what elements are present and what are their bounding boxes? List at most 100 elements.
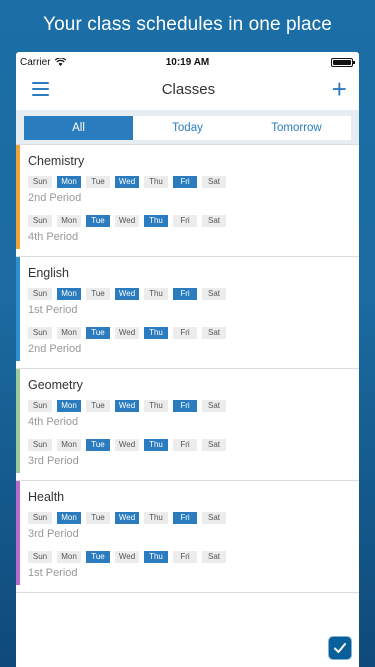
battery-icon	[331, 57, 355, 67]
day-chip-mon: Mon	[57, 439, 81, 451]
day-chip-tue: Tue	[86, 327, 110, 339]
day-chip-sat: Sat	[202, 439, 226, 451]
filter-bar: All Today Tomorrow	[16, 110, 359, 144]
day-chip-thu: Thu	[144, 439, 168, 451]
tab-today[interactable]: Today	[133, 116, 242, 140]
day-chip-thu: Thu	[144, 215, 168, 227]
tab-all[interactable]: All	[24, 116, 133, 140]
class-card[interactable]: English Sun Mon Tue Wed Thu Fri Sat 1st Period Su…	[16, 257, 359, 369]
day-chip-fri: Fri	[173, 327, 197, 339]
day-chip-wed: Wed	[115, 512, 139, 524]
class-color-stripe	[16, 481, 20, 585]
day-chip-sun: Sun	[28, 400, 52, 412]
day-chip-sun: Sun	[28, 176, 52, 188]
day-chip-tue: Tue	[86, 512, 110, 524]
period-label: 4th Period	[28, 416, 79, 428]
day-chip-mon: Mon	[57, 512, 81, 524]
day-chip-fri: Fri	[173, 288, 197, 300]
day-chip-wed: Wed	[115, 439, 139, 451]
day-chip-sun: Sun	[28, 551, 52, 563]
class-color-stripe	[16, 369, 20, 473]
day-chip-tue: Tue	[86, 551, 110, 563]
day-chip-thu: Thu	[144, 176, 168, 188]
status-bar: Carrier 10:19 AM	[16, 52, 359, 72]
class-color-stripe	[16, 257, 20, 361]
period-label: 2nd Period	[28, 343, 82, 355]
plus-icon: +	[331, 74, 347, 104]
day-chip-tue: Tue	[86, 288, 110, 300]
day-chip-sun: Sun	[28, 288, 52, 300]
class-name: Geometry	[28, 378, 83, 392]
day-chip-fri: Fri	[173, 215, 197, 227]
day-chip-tue: Tue	[86, 400, 110, 412]
day-chip-sun: Sun	[28, 215, 52, 227]
class-name: Health	[28, 490, 65, 504]
day-row: Sun Mon Tue Wed Thu Fri Sat	[28, 400, 359, 412]
period-label: 2nd Period	[28, 192, 82, 204]
class-card[interactable]: Chemistry Sun Mon Tue Wed Thu Fri Sat 2nd Period…	[16, 145, 359, 257]
day-chip-sun: Sun	[28, 327, 52, 339]
day-chip-wed: Wed	[115, 176, 139, 188]
day-row: Sun Mon Tue Wed Thu Fri Sat	[28, 439, 359, 451]
day-chip-wed: Wed	[115, 288, 139, 300]
day-chip-sat: Sat	[202, 327, 226, 339]
period-label: 1st Period	[28, 567, 78, 579]
nav-bar: Classes +	[16, 72, 359, 106]
day-chip-tue: Tue	[86, 176, 110, 188]
day-chip-wed: Wed	[115, 215, 139, 227]
tab-tomorrow[interactable]: Tomorrow	[242, 116, 351, 140]
day-chip-wed: Wed	[115, 400, 139, 412]
day-chip-wed: Wed	[115, 551, 139, 563]
day-chip-thu: Thu	[144, 551, 168, 563]
marketing-headline: Your class schedules in one place	[43, 14, 332, 35]
day-chip-wed: Wed	[115, 327, 139, 339]
add-class-button[interactable]: +	[328, 76, 351, 102]
period-label: 3rd Period	[28, 528, 79, 540]
day-row: Sun Mon Tue Wed Thu Fri Sat	[28, 215, 359, 227]
class-card[interactable]: Health Sun Mon Tue Wed Thu Fri Sat 3rd Period Sun…	[16, 481, 359, 593]
day-chip-mon: Mon	[57, 400, 81, 412]
day-row: Sun Mon Tue Wed Thu Fri Sat	[28, 551, 359, 563]
class-name: Chemistry	[28, 154, 85, 168]
day-chip-fri: Fri	[173, 400, 197, 412]
day-chip-thu: Thu	[144, 327, 168, 339]
day-chip-mon: Mon	[57, 215, 81, 227]
phone-screen: Carrier 10:19 AM Classes + All Today Tomor…	[16, 52, 359, 667]
period-label: 4th Period	[28, 231, 79, 243]
day-chip-sat: Sat	[202, 288, 226, 300]
day-chip-mon: Mon	[57, 327, 81, 339]
day-chip-sat: Sat	[202, 400, 226, 412]
day-chip-sat: Sat	[202, 551, 226, 563]
day-row: Sun Mon Tue Wed Thu Fri Sat	[28, 176, 359, 188]
page-title: Classes	[161, 80, 216, 98]
day-row: Sun Mon Tue Wed Thu Fri Sat	[28, 327, 359, 339]
day-chip-mon: Mon	[57, 288, 81, 300]
day-row: Sun Mon Tue Wed Thu Fri Sat	[28, 512, 359, 524]
day-chip-tue: Tue	[86, 439, 110, 451]
day-chip-fri: Fri	[173, 439, 197, 451]
day-chip-sat: Sat	[202, 512, 226, 524]
day-chip-sat: Sat	[202, 176, 226, 188]
class-card[interactable]: Geometry Sun Mon Tue Wed Thu Fri Sat 4th Period S…	[16, 369, 359, 481]
checkmark-badge-icon	[328, 636, 352, 660]
hamburger-icon[interactable]	[32, 82, 49, 96]
segmented-control: All Today Tomorrow	[24, 116, 351, 140]
day-row: Sun Mon Tue Wed Thu Fri Sat	[28, 288, 359, 300]
day-chip-fri: Fri	[173, 551, 197, 563]
day-chip-mon: Mon	[57, 551, 81, 563]
day-chip-sun: Sun	[28, 439, 52, 451]
period-label: 1st Period	[28, 304, 78, 316]
day-chip-fri: Fri	[173, 176, 197, 188]
day-chip-mon: Mon	[57, 176, 81, 188]
day-chip-tue: Tue	[86, 215, 110, 227]
status-time: 10:19 AM	[165, 56, 210, 68]
class-color-stripe	[16, 145, 20, 249]
day-chip-sun: Sun	[28, 512, 52, 524]
class-name: English	[28, 266, 69, 280]
day-chip-thu: Thu	[144, 512, 168, 524]
period-label: 3rd Period	[28, 455, 79, 467]
day-chip-fri: Fri	[173, 512, 197, 524]
class-list: Chemistry Sun Mon Tue Wed Thu Fri Sat 2nd Period…	[16, 144, 359, 593]
day-chip-sat: Sat	[202, 215, 226, 227]
day-chip-thu: Thu	[144, 400, 168, 412]
